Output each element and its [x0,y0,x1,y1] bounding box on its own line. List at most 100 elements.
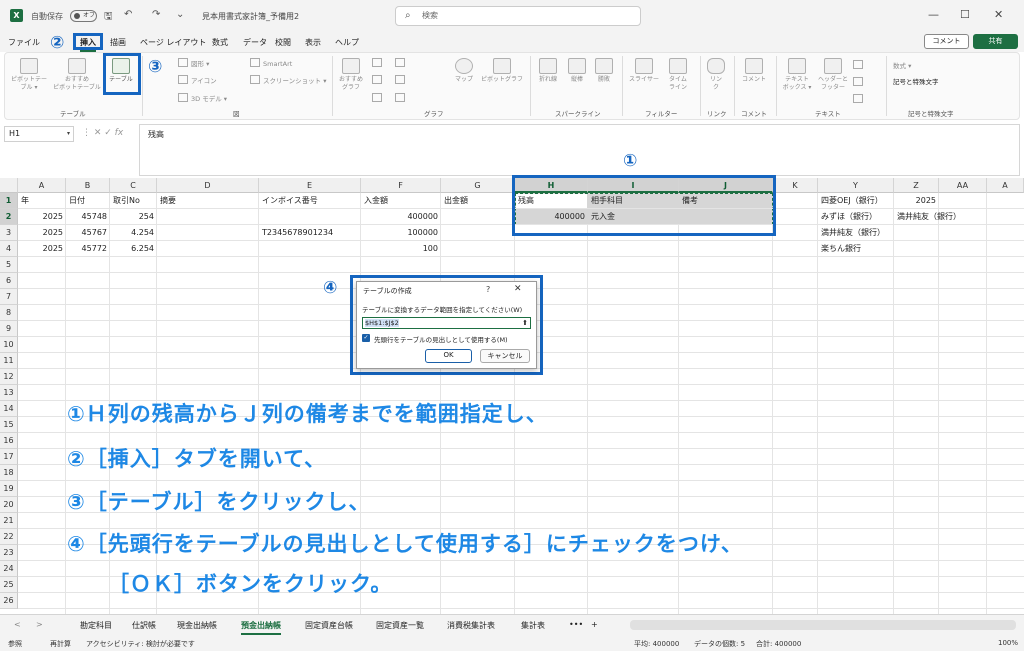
zoom-level[interactable]: 100% [998,639,1018,647]
tab-review[interactable]: 校閲 [275,37,291,48]
cell-g1[interactable]: 出金額 [441,193,515,209]
col-header-ab[interactable]: A [987,178,1024,193]
cell-b3[interactable]: 45767 [66,225,110,241]
tab-page-layout[interactable]: ページ レイアウト [140,37,206,48]
statistic-chart-icon[interactable] [395,75,408,85]
cell-a2[interactable]: 2025 [18,209,66,225]
sparkline-column-button[interactable]: 縦棒 [565,58,589,84]
maximize-button[interactable]: ☐ [960,8,970,21]
collapse-dialog-icon[interactable]: ⬆ [522,318,528,328]
tab-formulas[interactable]: 数式 [212,37,228,48]
row-header[interactable]: 5 [0,257,18,273]
cell-z1[interactable]: 2025 [894,193,939,209]
line-chart-icon[interactable] [372,75,385,85]
pivot-table-button[interactable]: ピボットテー ブル ▾ [10,58,48,92]
fx-icon[interactable]: fx [115,128,124,138]
cell-a3[interactable]: 2025 [18,225,66,241]
hierarchy-chart-icon[interactable] [395,58,408,68]
row-header[interactable]: 7 [0,289,18,305]
row-header[interactable]: 20 [0,497,18,513]
col-header-b[interactable]: B [66,178,110,193]
row-header[interactable]: 1 [0,193,18,209]
accessibility-status[interactable]: アクセシビリティ: 検討が必要です [86,639,195,649]
row-header[interactable]: 4 [0,241,18,257]
col-header-c[interactable]: C [110,178,157,193]
tab-file[interactable]: ファイル [8,37,40,48]
row-header[interactable]: 11 [0,353,18,369]
ok-button[interactable]: OK [425,349,472,363]
customize-qat-icon[interactable]: ⌄ [176,9,184,20]
sheet-tab-deposit[interactable]: 預金出納帳 [241,620,281,635]
wordart-icon[interactable] [853,60,866,70]
col-header-aa[interactable]: AA [939,178,987,193]
cell-f4[interactable]: 100 [361,241,441,257]
minimize-button[interactable]: — [928,8,939,21]
row-header[interactable]: 18 [0,465,18,481]
sheet-tab-cash[interactable]: 現金出納帳 [177,620,217,631]
sheet-tab-journal[interactable]: 仕訳帳 [132,620,156,631]
sheet-tab-summary[interactable]: 集計表 [521,620,545,631]
cell-f1[interactable]: 入金額 [361,193,441,209]
3d-model-button[interactable]: 3D モデル ▾ [178,93,227,103]
col-header-a[interactable]: A [18,178,66,193]
timeline-button[interactable]: タイム ライン [664,58,692,92]
map-button[interactable]: マップ [452,58,476,84]
col-header-g[interactable]: G [441,178,515,193]
cell-b4[interactable]: 45772 [66,241,110,257]
cell-c4[interactable]: 6.254 [110,241,157,257]
row-header[interactable]: 12 [0,369,18,385]
cell-c3[interactable]: 4.254 [110,225,157,241]
status-recalc[interactable]: 再計算 [50,639,71,649]
cell-e3[interactable]: T2345678901234 [259,225,361,241]
row-header[interactable]: 14 [0,401,18,417]
cell-a4[interactable]: 2025 [18,241,66,257]
equation-button[interactable]: 数式 ▾ [893,60,911,70]
sheet-tab-assets-ledger[interactable]: 固定資産台帳 [305,620,353,631]
cell-y1[interactable]: 四菱OEJ（銀行） [818,193,898,209]
row-header[interactable]: 3 [0,225,18,241]
row-header[interactable]: 13 [0,385,18,401]
comment-insert-button[interactable]: コメント [738,58,770,84]
scatter-chart-icon[interactable] [395,93,408,103]
row-header[interactable]: 2 [0,209,18,225]
cell-c2[interactable]: 254 [110,209,157,225]
cell-y2[interactable]: みずほ（銀行） [818,209,894,225]
sparkline-winloss-button[interactable]: 勝敗 [592,58,616,84]
cell-b2[interactable]: 45748 [66,209,110,225]
cell-d1[interactable]: 摘要 [157,193,259,209]
tab-data[interactable]: データ [243,37,267,48]
row-header[interactable]: 23 [0,545,18,561]
autosave-toggle[interactable]: オフ [70,10,97,22]
row-header[interactable]: 15 [0,417,18,433]
pie-chart-icon[interactable] [372,93,385,103]
col-header-k[interactable]: K [773,178,818,193]
search-box[interactable]: ⌕ 検索 [395,6,641,26]
cell-a1[interactable]: 年 [18,193,66,209]
slicer-button[interactable]: スライサー [626,58,662,84]
recommended-chart-button[interactable]: おすすめ グラフ [336,58,366,92]
redo-icon[interactable]: ↷ [152,9,160,20]
horizontal-scrollbar[interactable] [630,620,1016,630]
row-header[interactable]: 24 [0,561,18,577]
share-button[interactable]: 共有 [973,34,1018,49]
row-header[interactable]: 21 [0,513,18,529]
sheet-tab-accounts[interactable]: 勘定科目 [80,620,112,631]
row-header[interactable]: 10 [0,337,18,353]
undo-icon[interactable]: ↶ [124,9,132,20]
close-icon[interactable]: ✕ [514,284,522,294]
signature-icon[interactable] [853,77,866,87]
more-sheets-icon[interactable]: ••• [569,620,583,629]
comment-button[interactable]: コメント [924,34,969,49]
sheet-tab-assets-list[interactable]: 固定資産一覧 [376,620,424,631]
row-header[interactable]: 19 [0,481,18,497]
cancel-button[interactable]: キャンセル [480,349,530,363]
symbol-button[interactable]: 記号と特殊文字 [893,76,939,86]
cell-b1[interactable]: 日付 [66,193,110,209]
row-header[interactable]: 6 [0,273,18,289]
scroll-left-icon[interactable]: < [14,620,21,629]
shapes-button[interactable]: 図形 ▾ [178,58,209,68]
row-header[interactable]: 9 [0,321,18,337]
col-header-d[interactable]: D [157,178,259,193]
object-icon[interactable] [853,94,866,104]
row-header[interactable]: 8 [0,305,18,321]
